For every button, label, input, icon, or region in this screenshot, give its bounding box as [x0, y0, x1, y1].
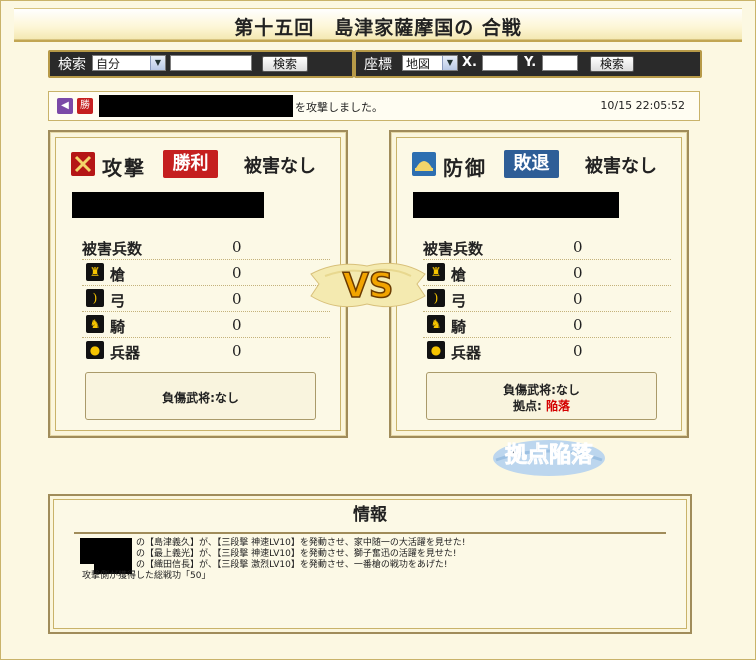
search-label: 検索 — [58, 57, 86, 73]
table-row: ) 弓 0 — [423, 286, 671, 312]
defense-losses-table: 被害兵数 0 ♜ 槍 0 ) 弓 0 ♞ 騎 0 ● 兵器 0 — [423, 234, 671, 363]
siege-weapon-icon: ● — [427, 341, 445, 359]
message-text: を攻撃しました。 — [295, 101, 383, 114]
defense-injured-label: 負傷武将:なし — [503, 383, 580, 397]
title-divider — [14, 40, 742, 42]
list-item: の【島津義久】が、【三段撃 神速LV10】を発動させ、家中随一の大活躍を見せた! — [136, 538, 466, 548]
spear-label: 槍 — [110, 266, 126, 284]
defense-result-badge: 敗退 — [504, 150, 559, 178]
cavalry-label: 騎 — [451, 318, 467, 336]
spear-icon: ♜ — [427, 263, 445, 281]
title-band: 第十五回 島津家薩摩国の 合戦 — [14, 8, 742, 40]
losses-total-label: 被害兵数 — [423, 240, 484, 258]
y-coordinate-input[interactable] — [542, 55, 578, 71]
spear-value: 0 — [232, 264, 242, 282]
spear-label: 槍 — [451, 266, 467, 284]
bow-value: 0 — [232, 290, 242, 308]
redacted-player-name — [99, 95, 293, 117]
siege-value: 0 — [232, 342, 242, 360]
coords-bar: 座標 地図 ▼ X. Y. 検索 — [354, 50, 702, 78]
attack-panel: 攻撃 勝利 被害なし 被害兵数 0 ♜ 槍 0 ) 弓 0 ♞ 騎 0 ● 兵器… — [48, 130, 348, 438]
coords-search-button[interactable]: 検索 — [590, 56, 634, 72]
attack-losses-table: 被害兵数 0 ♜ 槍 0 ) 弓 0 ♞ 騎 0 ● 兵器 0 — [82, 234, 330, 363]
bow-icon: ) — [86, 289, 104, 307]
table-row: ) 弓 0 — [82, 286, 330, 312]
x-label: X. — [462, 55, 477, 70]
y-label: Y. — [524, 55, 537, 70]
attack-result-badge: 勝利 — [163, 150, 218, 178]
table-row: ● 兵器 0 — [423, 338, 671, 363]
helmet-icon — [412, 152, 436, 176]
siege-label: 兵器 — [451, 344, 482, 362]
siege-value: 0 — [573, 342, 583, 360]
battle-message-bar: ◀ 勝 を攻撃しました。 10/15 22:05:52 — [48, 91, 700, 121]
fall-stamp-text: 拠点陥落 — [505, 442, 594, 468]
search-scope-value: 自分 — [96, 57, 121, 71]
losses-total-label: 被害兵数 — [82, 240, 143, 258]
spear-value: 0 — [573, 264, 583, 282]
message-timestamp: 10/15 22:05:52 — [600, 99, 685, 112]
chevron-down-icon: ▼ — [150, 56, 165, 70]
base-fallen-stamp: 拠点陥落 — [486, 434, 612, 478]
attack-injured-box: 負傷武将:なし — [85, 372, 316, 420]
list-item: の【織田信長】が、【三段撃 激烈LV10】を発動させ、一番槍の戦功をあげた! — [136, 560, 448, 570]
page-title: 第十五回 島津家薩摩国の 合戦 — [234, 17, 522, 39]
attack-damage-summary: 被害なし — [244, 156, 316, 177]
search-input[interactable] — [170, 55, 252, 71]
redacted-attacker-name — [72, 192, 264, 218]
cavalry-value: 0 — [232, 316, 242, 334]
horse-icon: ♞ — [427, 315, 445, 333]
defense-base-status: 拠点: 陥落 — [427, 397, 656, 414]
search-scope-select[interactable]: 自分 ▼ — [92, 55, 166, 71]
bow-label: 弓 — [451, 292, 467, 310]
horse-icon: ♞ — [86, 315, 104, 333]
list-item: の【最上義光】が、【三段撃 神速LV10】を発動させ、獅子奮迅の活躍を見せた! — [136, 549, 457, 559]
cavalry-value: 0 — [573, 316, 583, 334]
attack-flag-icon: ◀ — [57, 98, 73, 114]
table-row: 被害兵数 0 — [82, 234, 330, 260]
table-row: 被害兵数 0 — [423, 234, 671, 260]
siege-label: 兵器 — [110, 344, 141, 362]
losses-total-value: 0 — [232, 238, 242, 256]
bow-icon: ) — [427, 289, 445, 307]
table-row: ♞ 騎 0 — [82, 312, 330, 338]
info-heading: 情報 — [353, 505, 387, 525]
table-row: ♜ 槍 0 — [423, 260, 671, 286]
table-row: ● 兵器 0 — [82, 338, 330, 363]
x-coordinate-input[interactable] — [482, 55, 518, 71]
redacted-defender-name — [413, 192, 619, 218]
info-log: の【島津義久】が、【三段撃 神速LV10】を発動させ、家中随一の大活躍を見せた!… — [82, 538, 465, 582]
table-row: ♜ 槍 0 — [82, 260, 330, 286]
chevron-down-icon: ▼ — [442, 56, 457, 70]
defense-injured-box: 負傷武将:なし 拠点: 陥落 — [426, 372, 657, 420]
list-item: 攻撃側が獲得した総戦功「50」 — [82, 571, 211, 581]
attack-role-label: 攻撃 — [102, 156, 146, 180]
attack-injured-label: 負傷武将:なし — [162, 391, 239, 405]
info-divider — [74, 532, 666, 534]
info-panel: 情報 の【島津義久】が、【三段撃 神速LV10】を発動させ、家中随一の大活躍を見… — [48, 494, 692, 634]
table-row: ♞ 騎 0 — [423, 312, 671, 338]
search-button[interactable]: 検索 — [262, 56, 308, 72]
base-fallen-value: 陥落 — [545, 399, 570, 413]
cavalry-label: 騎 — [110, 318, 126, 336]
win-icon: 勝 — [77, 98, 93, 114]
vs-emblem: VS — [307, 254, 429, 316]
defense-panel: 防御 敗退 被害なし 被害兵数 0 ♜ 槍 0 ) 弓 0 ♞ 騎 0 ● 兵器… — [389, 130, 689, 438]
defense-damage-summary: 被害なし — [585, 156, 657, 177]
defense-role-label: 防御 — [443, 156, 487, 180]
coords-label: 座標 — [364, 57, 392, 73]
bow-value: 0 — [573, 290, 583, 308]
base-label: 拠点: — [512, 399, 542, 413]
vs-text: VS — [343, 266, 394, 306]
losses-total-value: 0 — [573, 238, 583, 256]
map-select[interactable]: 地図 ▼ — [402, 55, 458, 71]
map-select-value: 地図 — [406, 57, 431, 71]
search-bar: 検索 自分 ▼ 検索 — [48, 50, 354, 78]
siege-weapon-icon: ● — [86, 341, 104, 359]
spear-icon: ♜ — [86, 263, 104, 281]
bow-label: 弓 — [110, 292, 126, 310]
crossed-swords-icon — [71, 152, 95, 176]
